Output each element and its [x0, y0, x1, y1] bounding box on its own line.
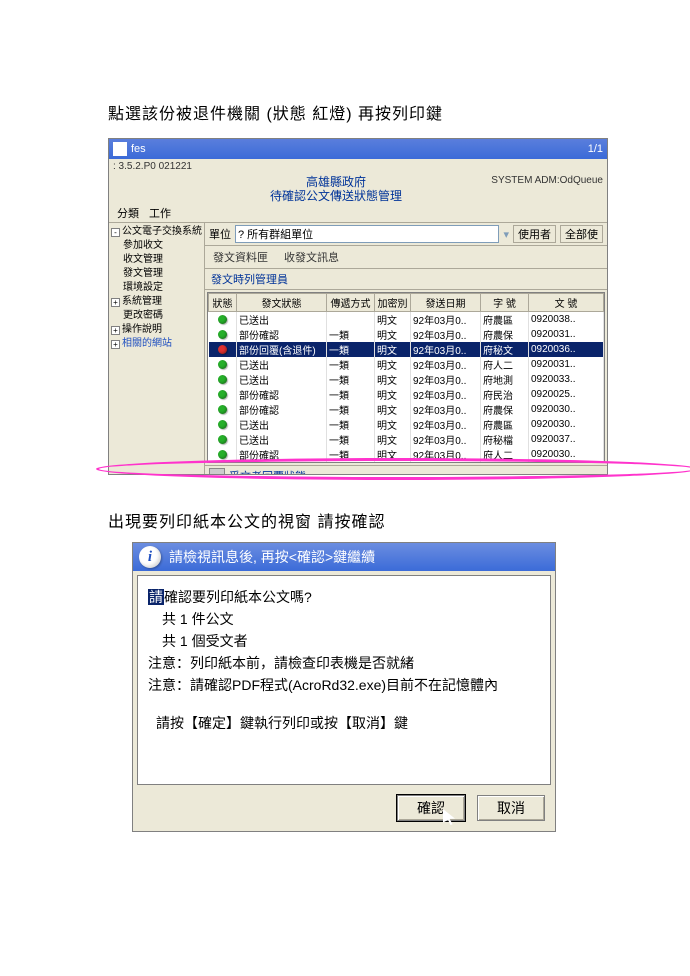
table-row[interactable]: 已送出一類明文92年03月0..府秘檔0920037..	[209, 432, 604, 447]
tree-item[interactable]: 參加收文	[123, 239, 163, 253]
table-row[interactable]: 部份確認一類明文92年03月0..府人二0920030..	[209, 447, 604, 462]
table-row[interactable]: 已送出一類明文92年03月0..府地測0920033..	[209, 372, 604, 387]
dialog-line1-hl: 請	[148, 589, 164, 605]
dialog-title: 請檢視訊息後, 再按<確認>鍵繼續	[169, 547, 375, 567]
instruction-1: 點選該份被退件機關 (狀態 紅燈) 再按列印鍵	[108, 100, 690, 124]
tree-item[interactable]: 收文管理	[123, 253, 163, 267]
header-sub: 待確認公文傳送狀態管理	[205, 189, 467, 203]
tree-root[interactable]: 公文電子交換系統	[122, 225, 202, 239]
dialog-line4: 注意：列印紙本前，請檢查印表機是否就緒	[148, 652, 540, 674]
tree-item[interactable]: 環境設定	[123, 281, 163, 295]
header-org: 高雄縣政府	[205, 175, 467, 189]
system-info: SYSTEM ADM:OdQueue	[467, 173, 607, 204]
title-right: 1/1	[588, 143, 603, 155]
upper-grid: 狀態 發文狀態 傳遞方式 加密別 發送日期 字 號 文 號 已送出明文92年03…	[207, 292, 605, 463]
main-window: fes 1/1 : 3.5.2.P0 021221 高雄縣政府 待確認公文傳送狀…	[108, 138, 608, 475]
dialog-line5: 注意：請確認PDF程式(AcroRd32.exe)目前不在記憶體內	[148, 674, 540, 696]
instruction-2: 出現要列印紙本公文的視窗 請按確認	[108, 508, 690, 532]
table-row[interactable]: 部份確認一類明文92年03月0..府民治0920025..	[209, 387, 604, 402]
cancel-button[interactable]: 取消	[477, 795, 545, 821]
all-button[interactable]: 全部使	[560, 225, 603, 243]
menu-bar: 分類 工作	[109, 204, 607, 222]
tree-item[interactable]: 相關的網站	[122, 337, 172, 351]
user-button[interactable]: 使用者	[513, 225, 556, 243]
info-icon: i	[139, 546, 161, 568]
upper-section-label: 發文時列管理員	[205, 269, 607, 290]
tab-messages[interactable]: 收發文訊息	[282, 248, 341, 266]
tree-toggle-icon[interactable]: +	[111, 298, 120, 307]
table-row[interactable]: 已送出一類明文92年03月0..府農區0920030..	[209, 417, 604, 432]
table-row[interactable]: 部份回覆(含退件)一類明文92年03月0..府秘文0920036..	[209, 342, 604, 357]
window-title: fes	[131, 143, 146, 155]
tree-toggle-icon[interactable]: -	[111, 228, 120, 237]
lower-section-label: 受文者回覆狀態	[229, 468, 306, 474]
dialog-line6: 請按【確定】鍵執行列印或按【取消】鍵	[148, 712, 540, 734]
trash-icon[interactable]	[209, 468, 225, 474]
tree-item[interactable]: 系統管理	[122, 295, 162, 309]
unit-label: 單位	[209, 226, 231, 242]
tree-item[interactable]: 發文管理	[123, 267, 163, 281]
table-row[interactable]: 已送出一類明文92年03月0..府人二0920031..	[209, 357, 604, 372]
unit-select[interactable]: ? 所有群組單位	[235, 225, 499, 243]
dialog-line2: 共 1 件公文	[148, 608, 540, 630]
tree-toggle-icon[interactable]: +	[111, 340, 120, 349]
dialog-line3: 共 1 個受文者	[148, 630, 540, 652]
table-row[interactable]: 部份確認一類明文92年03月0..府農保0920030..	[209, 402, 604, 417]
app-icon	[113, 142, 127, 156]
dialog-titlebar: i 請檢視訊息後, 再按<確認>鍵繼續	[133, 543, 555, 571]
tree-toggle-icon[interactable]: +	[111, 326, 120, 335]
tree-item[interactable]: 更改密碼	[123, 309, 163, 323]
upper-grid-header: 狀態 發文狀態 傳遞方式 加密別 發送日期 字 號 文 號	[209, 294, 604, 312]
table-row[interactable]: 已送出明文92年03月0..府農區0920038..	[209, 312, 604, 328]
tree-item[interactable]: 操作說明	[122, 323, 162, 337]
tab-send[interactable]: 發文資料匣	[211, 248, 270, 266]
menu-work[interactable]: 工作	[145, 204, 175, 222]
version-text: : 3.5.2.P0 021221	[113, 161, 192, 172]
title-bar: fes 1/1	[109, 139, 607, 159]
dialog-line1: 確認要列印紙本公文嗎?	[164, 589, 312, 605]
dialog-body: 請確認要列印紙本公文嗎? 共 1 件公文 共 1 個受文者 注意：列印紙本前，請…	[137, 575, 551, 785]
ok-button[interactable]: 確認	[397, 795, 465, 821]
sidebar: -公文電子交換系統 參加收文 收文管理 發文管理 環境設定 +系統管理 更改密碼…	[109, 223, 205, 474]
table-row[interactable]: 部份確認一類明文92年03月0..府農保0920031..	[209, 327, 604, 342]
confirm-dialog: i 請檢視訊息後, 再按<確認>鍵繼續 請確認要列印紙本公文嗎? 共 1 件公文…	[132, 542, 556, 832]
menu-category[interactable]: 分類	[113, 204, 143, 222]
